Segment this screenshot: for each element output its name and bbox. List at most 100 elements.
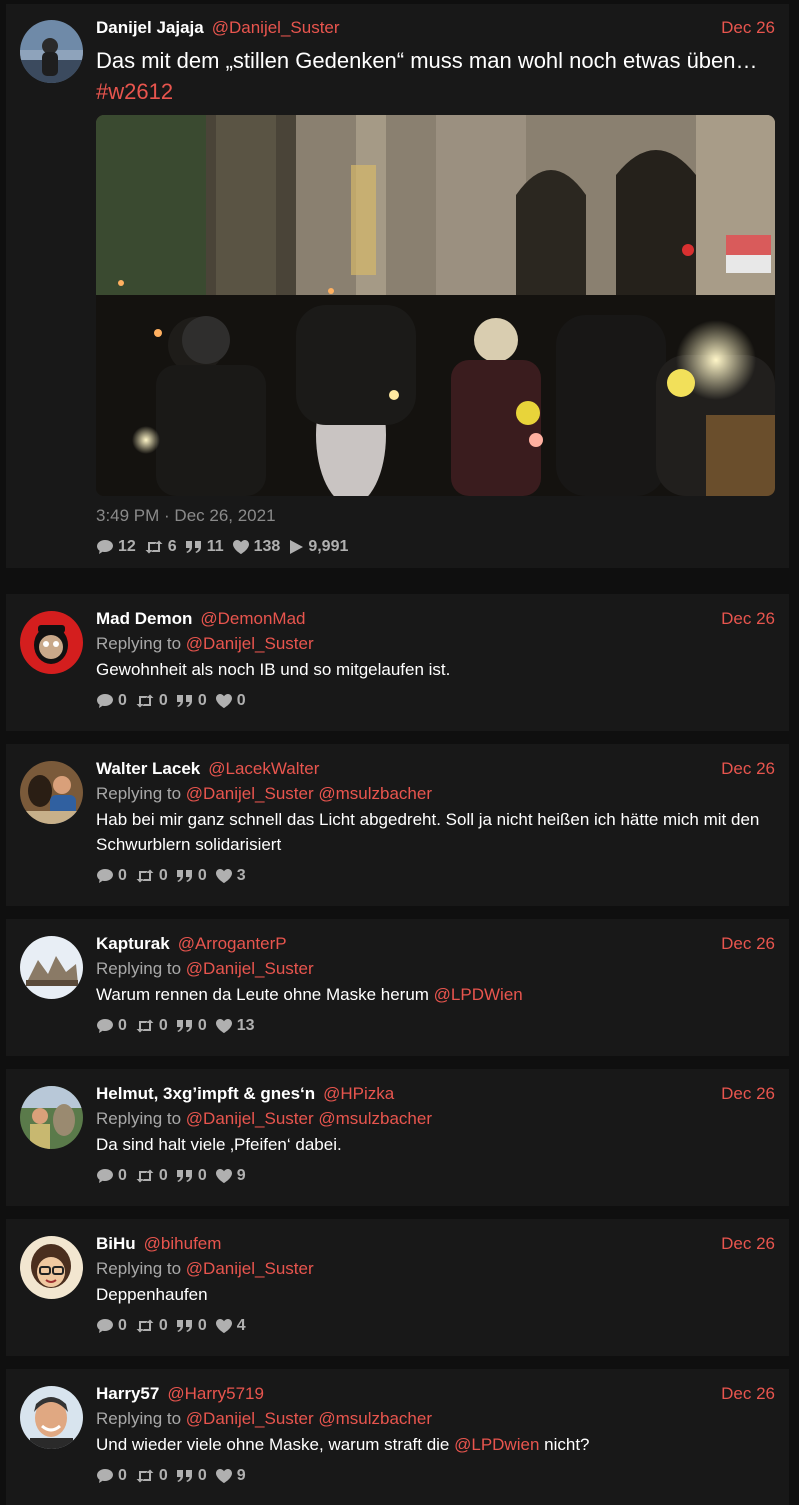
tweet-text: Das mit dem „stillen Gedenken“ muss man … [96, 45, 775, 107]
tweet-text: Deppenhaufen [96, 1282, 775, 1307]
tweet-stats: 0 0 0 0 [96, 692, 775, 710]
reply-tweet-5[interactable]: BiHu @bihufem Dec 26 Replying to @Danije… [6, 1219, 789, 1356]
like-count: 3 [236, 867, 246, 884]
retweet-icon [145, 540, 163, 554]
comment-icon [97, 1169, 113, 1183]
replying-to-link[interactable]: @Danijel_Suster [186, 784, 314, 803]
replying-to-link[interactable]: @Danijel_Suster [186, 634, 314, 653]
avatar[interactable] [20, 761, 83, 824]
avatar[interactable] [20, 20, 83, 83]
reply-stat[interactable]: 0 [96, 1317, 127, 1335]
author-name[interactable]: Helmut, 3xg’impft & gnes‘n [96, 1084, 315, 1104]
retweet-stat[interactable]: 0 [135, 1167, 168, 1185]
author-handle[interactable]: @LacekWalter [208, 759, 319, 779]
retweet-stat[interactable]: 0 [135, 1017, 168, 1035]
play-icon [290, 540, 304, 554]
retweet-count: 0 [158, 1017, 168, 1034]
author-handle[interactable]: @Harry5719 [167, 1384, 264, 1404]
like-stat[interactable]: 13 [215, 1017, 255, 1035]
mention-link[interactable]: @LPDWien [434, 985, 523, 1004]
tweet-stats: 0 0 0 9 [96, 1167, 775, 1185]
like-stat[interactable]: 4 [215, 1317, 246, 1335]
tweet-timestamp[interactable]: 3:49 PM · Dec 26, 2021 [96, 506, 775, 526]
quote-stat[interactable]: 11 [185, 538, 224, 556]
quote-stat[interactable]: 0 [176, 1017, 207, 1035]
author-name[interactable]: Danijel Jajaja [96, 18, 204, 38]
author-handle[interactable]: @HPizka [323, 1084, 394, 1104]
quote-icon [185, 541, 201, 553]
replying-to-link[interactable]: @Danijel_Suster [186, 1259, 314, 1278]
tweet-stats: 0 0 0 3 [96, 867, 775, 885]
tweet-date[interactable]: Dec 26 [721, 1384, 775, 1404]
like-stat[interactable]: 9 [215, 1467, 246, 1485]
reply-tweet-2[interactable]: Walter Lacek @LacekWalter Dec 26 Replyin… [6, 744, 789, 906]
retweet-stat[interactable]: 6 [144, 538, 177, 556]
avatar[interactable] [20, 1386, 83, 1449]
reply-count: 0 [118, 1317, 127, 1334]
quote-icon [176, 1170, 192, 1182]
avatar[interactable] [20, 1086, 83, 1149]
replying-to-link[interactable]: @Danijel_Suster [186, 1409, 314, 1428]
tweet-date[interactable]: Dec 26 [721, 1084, 775, 1104]
hashtag-link[interactable]: #w2612 [96, 79, 173, 104]
like-stat[interactable]: 0 [215, 692, 246, 710]
tweet-date[interactable]: Dec 26 [721, 18, 775, 38]
replying-to-link-2[interactable]: @msulzbacher [318, 1409, 432, 1428]
reply-stat[interactable]: 0 [96, 1467, 127, 1485]
like-count: 13 [236, 1017, 255, 1034]
retweet-count: 6 [167, 538, 177, 555]
like-count: 9 [236, 1467, 246, 1484]
replying-to-link[interactable]: @Danijel_Suster [186, 959, 314, 978]
reply-tweet-4[interactable]: Helmut, 3xg’impft & gnes‘n @HPizka Dec 2… [6, 1069, 789, 1206]
tweet-date[interactable]: Dec 26 [721, 609, 775, 629]
comment-icon [97, 869, 113, 883]
replying-to-link[interactable]: @Danijel_Suster [186, 1109, 314, 1128]
video-thumbnail[interactable] [96, 115, 775, 496]
author-name[interactable]: BiHu [96, 1234, 136, 1254]
reply-stat[interactable]: 12 [96, 538, 136, 556]
author-name[interactable]: Harry57 [96, 1384, 159, 1404]
author-name[interactable]: Mad Demon [96, 609, 192, 629]
quote-stat[interactable]: 0 [176, 867, 207, 885]
tweet-date[interactable]: Dec 26 [721, 1234, 775, 1254]
avatar[interactable] [20, 611, 83, 674]
tweet-body-after: nicht? [539, 1435, 590, 1454]
author-name[interactable]: Walter Lacek [96, 759, 200, 779]
quote-stat[interactable]: 0 [176, 1167, 207, 1185]
author-handle[interactable]: @Danijel_Suster [212, 18, 340, 38]
avatar[interactable] [20, 1236, 83, 1299]
author-handle[interactable]: @DemonMad [200, 609, 305, 629]
comment-icon [97, 1319, 113, 1333]
main-tweet[interactable]: Danijel Jajaja @Danijel_Suster Dec 26 Da… [6, 4, 789, 568]
tweet-text: Hab bei mir ganz schnell das Licht abged… [96, 807, 775, 857]
reply-stat[interactable]: 0 [96, 867, 127, 885]
retweet-count: 0 [158, 1467, 168, 1484]
reply-tweet-3[interactable]: Kapturak @ArroganterP Dec 26 Replying to… [6, 919, 789, 1056]
author-name[interactable]: Kapturak [96, 934, 170, 954]
mention-link[interactable]: @LPDwien [454, 1435, 539, 1454]
retweet-stat[interactable]: 0 [135, 692, 168, 710]
author-handle[interactable]: @ArroganterP [178, 934, 287, 954]
avatar[interactable] [20, 936, 83, 999]
quote-stat[interactable]: 0 [176, 1467, 207, 1485]
tweet-date[interactable]: Dec 26 [721, 934, 775, 954]
reply-stat[interactable]: 0 [96, 1017, 127, 1035]
comment-icon [97, 540, 113, 554]
retweet-stat[interactable]: 0 [135, 1317, 168, 1335]
reply-tweet-1[interactable]: Mad Demon @DemonMad Dec 26 Replying to @… [6, 594, 789, 731]
tweet-date[interactable]: Dec 26 [721, 759, 775, 779]
reply-tweet-6[interactable]: Harry57 @Harry5719 Dec 26 Replying to @D… [6, 1369, 789, 1505]
reply-count: 0 [118, 1167, 127, 1184]
quote-stat[interactable]: 0 [176, 692, 207, 710]
like-stat[interactable]: 9 [215, 1167, 246, 1185]
like-stat[interactable]: 138 [232, 538, 280, 556]
replying-to-link-2[interactable]: @msulzbacher [318, 1109, 432, 1128]
quote-stat[interactable]: 0 [176, 1317, 207, 1335]
author-handle[interactable]: @bihufem [144, 1234, 222, 1254]
reply-stat[interactable]: 0 [96, 692, 127, 710]
replying-to-link-2[interactable]: @msulzbacher [318, 784, 432, 803]
like-stat[interactable]: 3 [215, 867, 246, 885]
reply-stat[interactable]: 0 [96, 1167, 127, 1185]
retweet-stat[interactable]: 0 [135, 1467, 168, 1485]
retweet-stat[interactable]: 0 [135, 867, 168, 885]
